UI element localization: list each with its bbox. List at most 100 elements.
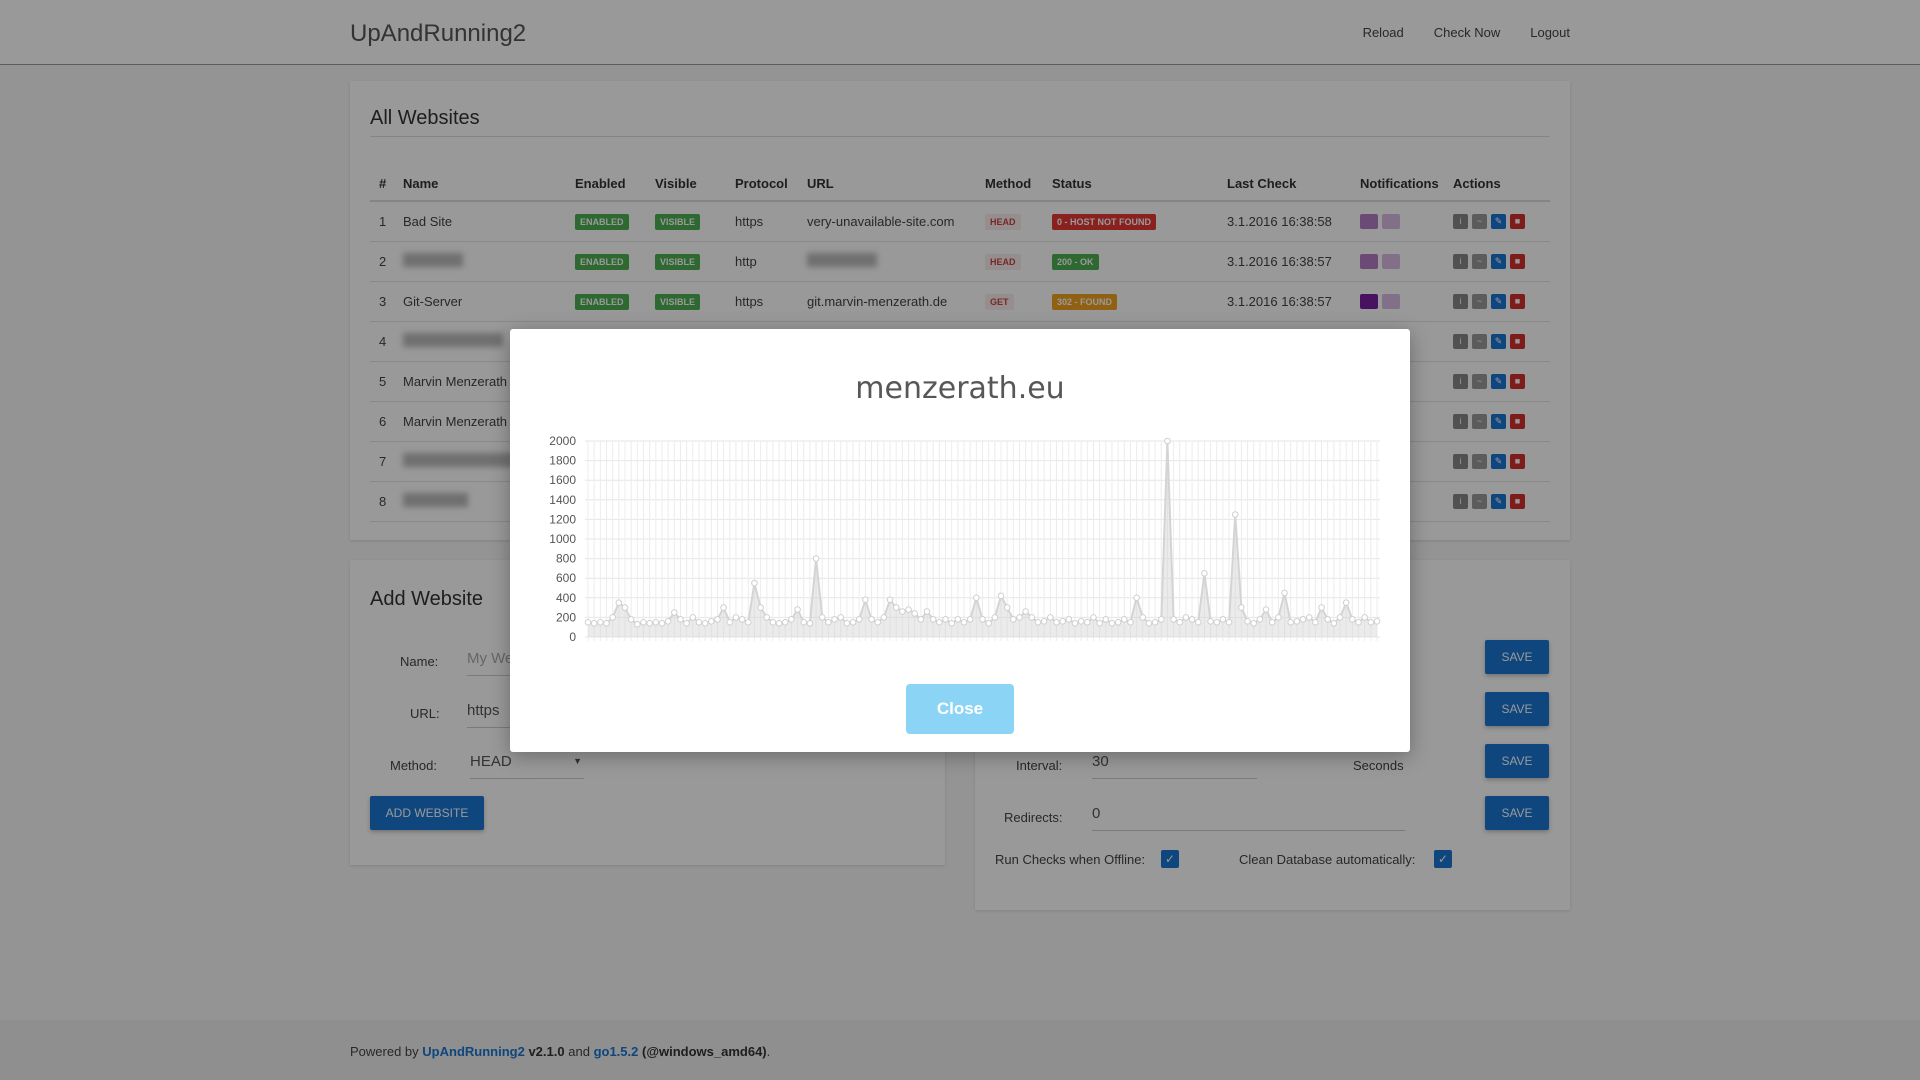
data-point [775, 619, 783, 627]
data-point [744, 619, 752, 626]
data-point [751, 579, 758, 587]
data-point [1367, 619, 1375, 626]
data-point [634, 620, 641, 628]
data-point [954, 616, 962, 623]
data-point [726, 619, 734, 626]
data-point [677, 616, 684, 623]
data-point [1318, 604, 1325, 611]
data-point [1065, 616, 1073, 623]
data-point [843, 619, 851, 627]
data-point [948, 619, 955, 627]
y-tick-label: 200 [556, 610, 576, 624]
data-point [1207, 618, 1214, 625]
data-point [825, 619, 832, 626]
data-point [1361, 614, 1368, 621]
data-point [757, 604, 764, 611]
data-point [849, 619, 857, 626]
data-point [1182, 614, 1190, 621]
data-point [973, 594, 980, 602]
data-point [880, 614, 888, 621]
data-point [899, 608, 906, 615]
data-point [806, 619, 814, 627]
data-point [738, 616, 746, 623]
data-point [781, 619, 789, 626]
y-tick-label: 1600 [549, 473, 576, 487]
data-point [1010, 616, 1017, 623]
data-point [1047, 614, 1054, 621]
data-point [1373, 618, 1381, 625]
data-point [1096, 619, 1103, 627]
data-point [1003, 604, 1011, 611]
data-point [1102, 616, 1110, 623]
data-point [1201, 570, 1208, 577]
y-tick-label: 0 [569, 630, 576, 644]
data-point [597, 619, 604, 626]
data-point [1108, 619, 1116, 627]
data-point [923, 608, 931, 615]
data-point [732, 614, 740, 621]
close-button[interactable]: Close [906, 684, 1014, 734]
data-point [855, 616, 863, 623]
data-point [1305, 614, 1313, 621]
y-tick-label: 1800 [549, 454, 576, 468]
data-point [1194, 619, 1202, 626]
data-point [794, 606, 801, 613]
data-point [1133, 594, 1140, 602]
response-time-chart: 0 200 400 600 800 1000 1200 1400 1600 1800 2000 [549, 434, 1381, 644]
data-point [892, 604, 900, 611]
data-point [812, 555, 820, 562]
data-point [966, 616, 974, 623]
data-point [1250, 619, 1258, 627]
data-point [1139, 614, 1147, 621]
y-tick-label: 600 [556, 571, 576, 585]
data-point [1324, 616, 1331, 623]
data-point [1336, 614, 1344, 621]
data-point [627, 616, 635, 623]
data-point [664, 618, 672, 625]
data-point [911, 610, 918, 617]
data-point [1287, 619, 1295, 626]
data-point [985, 619, 992, 627]
data-point [701, 619, 709, 627]
y-tick-label: 1000 [549, 532, 576, 546]
data-point [818, 614, 826, 621]
data-point [905, 606, 912, 613]
data-point [1077, 618, 1085, 625]
chart-modal: menzerath.eu 0 200 400 600 800 1000 1200 1400 16… [510, 329, 1410, 752]
data-point [646, 619, 653, 627]
y-tick-label: 400 [556, 591, 576, 605]
data-point [1145, 619, 1153, 627]
data-point [1238, 604, 1245, 611]
data-point [929, 616, 937, 623]
data-point [936, 619, 943, 626]
data-point [1213, 619, 1221, 626]
data-point [868, 616, 875, 623]
data-point [1040, 618, 1048, 625]
data-point [1342, 599, 1350, 606]
data-point [960, 619, 968, 626]
data-point [1151, 619, 1159, 626]
data-point [997, 592, 1005, 600]
data-point [707, 618, 715, 625]
data-point [1312, 619, 1319, 626]
data-point [590, 619, 598, 627]
y-tick-label: 1400 [549, 493, 576, 507]
data-point [1225, 619, 1233, 626]
data-point [695, 619, 703, 626]
data-point [1262, 606, 1270, 613]
data-point [1083, 619, 1091, 626]
y-tick-label: 2000 [549, 434, 576, 448]
data-point [1176, 619, 1184, 626]
data-point [1114, 619, 1122, 626]
data-point [788, 616, 795, 623]
y-tick-label: 800 [556, 552, 576, 566]
data-point [800, 619, 808, 626]
data-point [1164, 437, 1171, 445]
data-point [942, 616, 949, 623]
data-point [1231, 511, 1239, 518]
data-point [714, 616, 721, 623]
data-point [1028, 614, 1036, 621]
data-point [720, 604, 727, 611]
data-point [1275, 614, 1282, 621]
data-point [886, 596, 894, 604]
